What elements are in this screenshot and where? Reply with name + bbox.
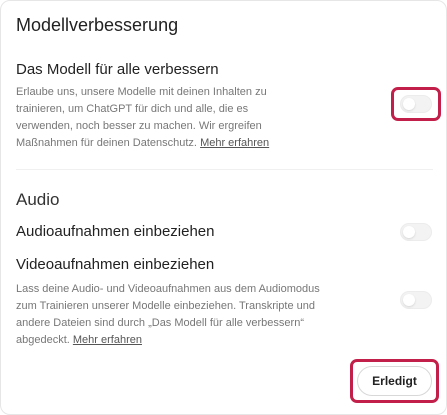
toggle-knob — [403, 98, 415, 110]
section-divider — [16, 169, 433, 170]
video-recordings-description-text: Lass deine Audio- und Videoaufnahmen aus… — [16, 283, 320, 346]
done-button[interactable]: Erledigt — [357, 366, 432, 396]
improve-model-learn-more-link[interactable]: Mehr erfahren — [200, 137, 269, 149]
improve-model-description: Erlaube uns, unsere Modelle mit deinen I… — [16, 84, 306, 152]
settings-dialog: Modellverbesserung Das Modell für alle v… — [0, 0, 447, 415]
video-recordings-toggle[interactable] — [400, 291, 432, 309]
video-recordings-label: Videoaufnahmen einbeziehen — [16, 256, 215, 273]
video-recordings-description: Lass deine Audio- und Videoaufnahmen aus… — [16, 281, 331, 349]
toggle-knob — [403, 294, 415, 306]
improve-model-toggle[interactable] — [400, 95, 432, 113]
improve-model-label: Das Modell für alle verbessern — [16, 61, 219, 78]
video-recordings-learn-more-link[interactable]: Mehr erfahren — [73, 334, 142, 346]
toggle-knob — [403, 226, 415, 238]
audio-section-title: Audio — [16, 190, 60, 209]
audio-recordings-toggle[interactable] — [400, 223, 432, 241]
audio-recordings-label: Audioaufnahmen einbeziehen — [16, 223, 215, 240]
dialog-title: Modellverbesserung — [16, 15, 179, 35]
